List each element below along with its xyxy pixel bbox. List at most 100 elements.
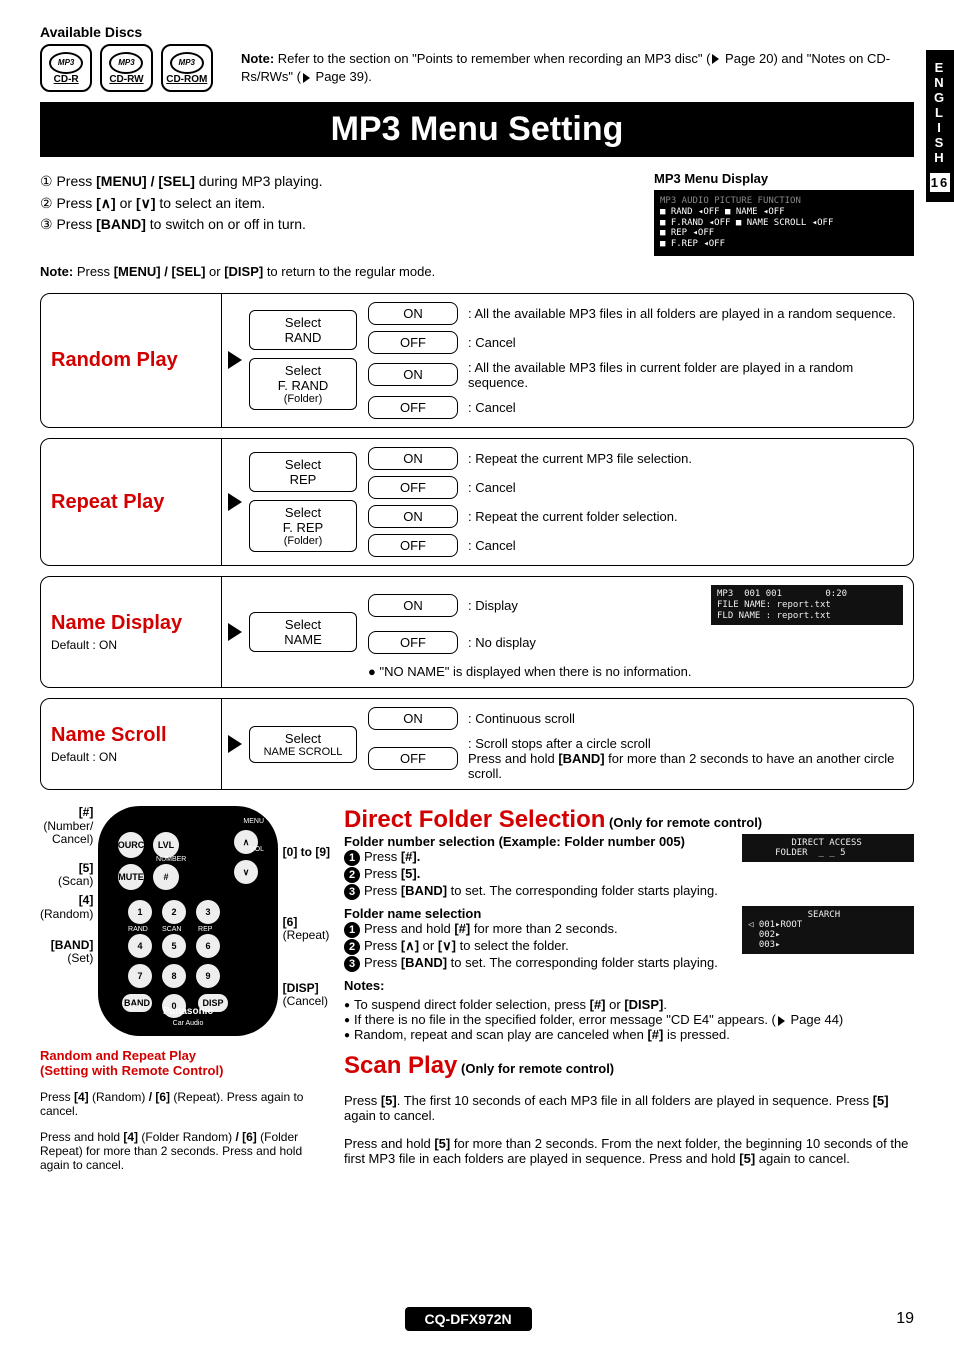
page-title: MP3 Menu Setting: [40, 102, 914, 157]
block-title: Repeat Play: [51, 491, 211, 513]
txt: [BAND]: [558, 751, 604, 766]
txt: [5].: [401, 866, 421, 881]
ann: [6]: [283, 915, 298, 929]
txt: [4]: [74, 1090, 89, 1104]
txt: or: [606, 997, 625, 1012]
txt: / [6]: [149, 1090, 170, 1104]
ann: (Repeat): [283, 928, 330, 942]
arrow-icon: [778, 1016, 785, 1026]
txt: F. RAND: [254, 378, 352, 393]
block-random: Random Play SelectRAND SelectF. RAND(Fol…: [40, 293, 914, 428]
triangle-icon: [228, 623, 242, 641]
note-body: Refer to the section on "Points to remem…: [274, 51, 710, 66]
txt: RAND: [254, 330, 352, 345]
menu-steps: ① Press [MENU] / [SEL] during MP3 playin…: [40, 171, 323, 236]
btn-hash: #: [153, 864, 179, 890]
block-repeat: Repeat Play SelectREP SelectF. REP(Folde…: [40, 438, 914, 566]
txt: [DISP]: [224, 264, 263, 279]
btn-7: 7: [128, 964, 152, 988]
txt: / [6]: [235, 1130, 256, 1144]
btn-down: ∨: [234, 860, 258, 884]
txt: : Display: [468, 598, 701, 613]
note-item: Random, repeat and scan play are cancele…: [344, 1027, 914, 1042]
circle-3-icon: 3: [344, 956, 360, 972]
dfs-screen2: SEARCH ◁ 001▸ROOT 002▸ 003▸: [742, 906, 914, 954]
txt: (Random): [89, 1090, 149, 1104]
rr-title: Random and Repeat Play (Setting with Rem…: [40, 1048, 330, 1078]
chip-off: OFF: [368, 396, 458, 419]
txt: To suspend direct folder selection, pres…: [354, 997, 590, 1012]
remote-illustration: MENU SOURCE LVL ∧ MUTE # ∨ NUMBER VOL 1 …: [98, 806, 278, 1036]
txt: [∨]: [136, 195, 156, 211]
txt: during MP3 playing.: [195, 173, 323, 189]
txt: Press: [56, 216, 96, 232]
btn-mute: MUTE: [118, 864, 144, 890]
txt: [4]: [123, 1130, 138, 1144]
disc-cdrom: MP3CD-ROM: [161, 44, 213, 92]
txt: [∨]: [438, 938, 456, 953]
lcd-screen: MP3 AUDIO PICTURE FUNCTION ■ RAND ◂OFF ■…: [654, 190, 914, 256]
name-screen: MP3 001 001 0:20 FILE NAME: report.txt F…: [711, 585, 903, 625]
txt: to select an item.: [156, 195, 266, 211]
disc-label: CD-R: [54, 74, 79, 85]
txt: (Folder): [254, 393, 352, 405]
scan-title: Scan Play: [344, 1052, 457, 1079]
txt: : No display: [468, 635, 903, 650]
txt: Page 44): [787, 1012, 843, 1027]
ann: [4]: [79, 893, 94, 907]
scan-p1: Press [5]. The first 10 seconds of each …: [344, 1093, 914, 1123]
txt: Random, repeat and scan play are cancele…: [354, 1027, 647, 1042]
brand: Panasonic: [163, 1006, 213, 1017]
txt: [5]: [873, 1093, 889, 1108]
ann: [#]: [79, 805, 94, 819]
note-p2: Page 39).: [312, 69, 372, 84]
dfs-title: Direct Folder Selection: [344, 806, 605, 833]
disc-icon: MP3: [109, 52, 143, 74]
txt: Select: [254, 363, 352, 378]
disc-row: MP3CD-R MP3CD-RW MP3CD-ROM Note: Refer t…: [40, 44, 914, 92]
block-default: Default : ON: [51, 638, 211, 652]
disc-icon: MP3: [170, 52, 204, 74]
txt: Select: [254, 505, 352, 520]
txt: Select: [254, 457, 352, 472]
txt: again to cancel.: [344, 1108, 435, 1123]
txt: : Cancel: [468, 400, 903, 415]
key-label: REP: [198, 926, 212, 933]
txt: : Cancel: [468, 538, 903, 553]
screen-line: ■ F.RAND ◂OFF ■ NAME SCROLL ◂OFF: [660, 218, 908, 229]
txt: Press: [56, 195, 96, 211]
chip-on: ON: [368, 505, 458, 528]
chip-off: OFF: [368, 331, 458, 354]
disc-label: CD-RW: [109, 74, 143, 85]
btn-5: 5: [162, 934, 186, 958]
language-tab: ENGLISH 16: [926, 50, 954, 202]
notes-title: Notes:: [344, 978, 914, 993]
txt: (Folder Random): [138, 1130, 235, 1144]
dfs-sub: (Only for remote control): [605, 815, 762, 830]
txt: for more than 2 seconds.: [470, 921, 617, 936]
txt: [#].: [401, 849, 421, 864]
ann: [5]: [79, 861, 94, 875]
txt: REP: [254, 472, 352, 487]
txt: again to cancel.: [755, 1151, 850, 1166]
txt: [∧]: [401, 938, 419, 953]
txt: to return to the regular mode.: [263, 264, 435, 279]
disc-cdrw: MP3CD-RW: [100, 44, 152, 92]
scan-p2: Press and hold [5] for more than 2 secon…: [344, 1136, 914, 1166]
circle-3-icon: 3: [344, 884, 360, 900]
txt: [#]: [590, 997, 606, 1012]
triangle-icon: [228, 351, 242, 369]
screen-line: ■ F.REP ◂OFF: [660, 239, 908, 250]
txt: [∧]: [96, 195, 116, 211]
txt: : Repeat the current MP3 file selection.: [468, 451, 903, 466]
disc-icon: MP3: [49, 52, 83, 74]
rr-p2: Press and hold [4] (Folder Random) / [6]…: [40, 1130, 330, 1172]
block-name-display: Name DisplayDefault : ON SelectNAME ON: …: [40, 576, 914, 688]
txt: to switch on or off in turn.: [146, 216, 306, 232]
note-item: To suspend direct folder selection, pres…: [344, 997, 914, 1012]
txt: to set. The corresponding folder starts …: [447, 955, 718, 970]
txt: Press and hold: [40, 1130, 123, 1144]
txt: : Cancel: [468, 335, 903, 350]
chip-on: ON: [368, 447, 458, 470]
screen-line: ■ REP ◂OFF: [660, 228, 908, 239]
